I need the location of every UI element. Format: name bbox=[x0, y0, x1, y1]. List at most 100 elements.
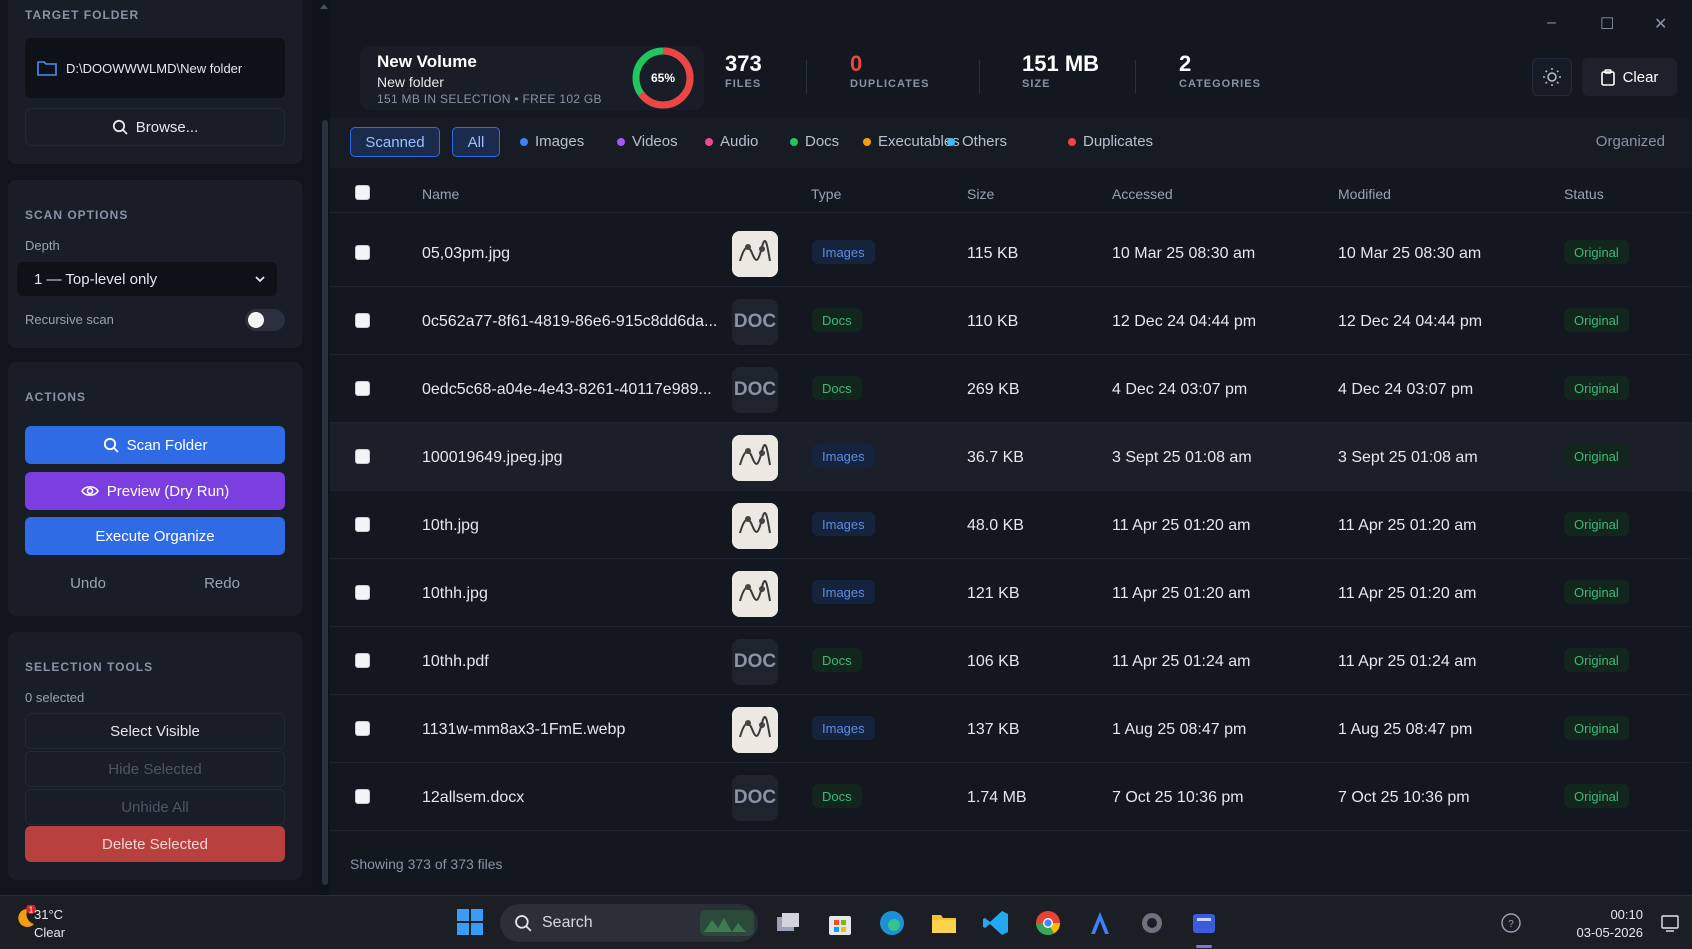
row-checkbox[interactable] bbox=[355, 449, 370, 464]
table-row[interactable]: 0edc5c68-a04e-4e43-8261-40117e989... DOC D… bbox=[330, 355, 1692, 423]
doc-thumbnail-icon: DOC bbox=[732, 639, 778, 685]
table-row[interactable]: 10thh.jpg Images 121 KB 11 Apr 25 01:20 am 1… bbox=[330, 559, 1692, 627]
weather-temp: 31°C bbox=[34, 907, 64, 922]
tab-scanned[interactable]: Scanned bbox=[350, 127, 440, 157]
scan-folder-button[interactable]: Scan Folder bbox=[25, 426, 285, 464]
folder-path-field[interactable]: D:\DOOWWWLMD\New folder bbox=[25, 38, 285, 98]
status-badge: Original bbox=[1564, 716, 1629, 740]
file-size: 269 KB bbox=[967, 381, 1020, 398]
recursive-scan-toggle[interactable] bbox=[245, 309, 285, 331]
row-checkbox[interactable] bbox=[355, 381, 370, 396]
table-row[interactable]: 12allsem.docx DOC Docs 1.74 MB 7 Oct 25 10:3… bbox=[330, 763, 1692, 831]
browse-button[interactable]: Browse... bbox=[25, 108, 285, 146]
edge-icon[interactable] bbox=[878, 909, 906, 937]
accessed-date: 10 Mar 25 08:30 am bbox=[1112, 245, 1256, 262]
maximize-button[interactable]: ☐ bbox=[1600, 14, 1614, 34]
store-icon[interactable] bbox=[826, 909, 854, 937]
row-checkbox[interactable] bbox=[355, 721, 370, 736]
column-size[interactable]: Size bbox=[967, 186, 994, 202]
vscode-icon[interactable] bbox=[982, 909, 1010, 937]
depth-select[interactable]: 1 — Top-level only bbox=[17, 262, 277, 296]
close-button[interactable]: ✕ bbox=[1654, 14, 1667, 34]
svg-text:?: ? bbox=[1508, 919, 1514, 930]
volume-title: New Volume bbox=[377, 52, 477, 71]
depth-value: 1 — Top-level only bbox=[34, 270, 158, 288]
filter-docs[interactable]: Docs bbox=[790, 133, 839, 150]
minimize-button[interactable]: – bbox=[1547, 14, 1556, 32]
column-accessed[interactable]: Accessed bbox=[1112, 186, 1173, 202]
taskbar: 1 31°C Clear Search ? 00:10 03-05-2026 bbox=[0, 895, 1692, 949]
row-checkbox[interactable] bbox=[355, 653, 370, 668]
chrome-icon[interactable] bbox=[1034, 909, 1062, 937]
table-row[interactable]: 05,03pm.jpg Images 115 KB 10 Mar 25 08:30 a… bbox=[330, 219, 1692, 287]
stat-files-value: 373 bbox=[725, 51, 762, 76]
row-checkbox[interactable] bbox=[355, 585, 370, 600]
sidebar-scroll-up[interactable] bbox=[320, 4, 328, 9]
delete-selected-label: Delete Selected bbox=[102, 835, 208, 853]
filter-dot-icon bbox=[790, 137, 798, 146]
unhide-all-button[interactable]: Unhide All bbox=[25, 789, 285, 825]
selected-count: 0 selected bbox=[25, 690, 85, 705]
table-row[interactable]: 0c562a77-8f61-4819-86e6-915c8dd6da... DOC… bbox=[330, 287, 1692, 355]
table-row[interactable]: 10th.jpg Images 48.0 KB 11 Apr 25 01:20 am 1… bbox=[330, 491, 1692, 559]
task-view-icon[interactable] bbox=[774, 909, 802, 937]
image-thumbnail bbox=[732, 435, 778, 481]
folder-icon bbox=[37, 61, 57, 76]
weather-icon[interactable]: 1 bbox=[14, 905, 36, 931]
filter-audio[interactable]: Audio bbox=[705, 133, 758, 150]
filter-duplicates[interactable]: Duplicates bbox=[1068, 133, 1153, 150]
actions-title: ACTIONS bbox=[25, 390, 86, 404]
app-launcher-icon[interactable] bbox=[1086, 909, 1114, 937]
help-icon[interactable]: ? bbox=[1500, 912, 1522, 934]
select-visible-button[interactable]: Select Visible bbox=[25, 713, 285, 749]
file-size: 137 KB bbox=[967, 721, 1020, 738]
clear-button[interactable]: Clear bbox=[1582, 58, 1677, 96]
modified-date: 7 Oct 25 10:36 pm bbox=[1338, 789, 1470, 806]
organizer-app-icon[interactable] bbox=[1190, 909, 1218, 937]
filter-videos[interactable]: Videos bbox=[617, 133, 678, 150]
active-app-indicator bbox=[1196, 945, 1212, 948]
accessed-date: 3 Sept 25 01:08 am bbox=[1112, 449, 1252, 466]
column-status[interactable]: Status bbox=[1564, 186, 1604, 202]
filter-others[interactable]: Others bbox=[947, 133, 1007, 150]
row-checkbox[interactable] bbox=[355, 517, 370, 532]
theme-toggle-button[interactable] bbox=[1532, 58, 1572, 96]
filter-images[interactable]: Images bbox=[520, 133, 584, 150]
redo-button[interactable]: Redo bbox=[158, 566, 286, 600]
filter-executables[interactable]: Executables bbox=[863, 133, 960, 150]
table-row[interactable]: 1131w-mm8ax3-1FmE.webp Images 137 KB 1 Aug … bbox=[330, 695, 1692, 763]
status-badge: Original bbox=[1564, 512, 1629, 536]
sidebar: TARGET FOLDER D:\DOOWWWLMD\New folder Br… bbox=[0, 0, 318, 895]
file-size: 115 KB bbox=[967, 245, 1019, 262]
table-row[interactable]: 100019649.jpeg.jpg Images 36.7 KB 3 Sept 25… bbox=[330, 423, 1692, 491]
row-checkbox[interactable] bbox=[355, 245, 370, 260]
file-size: 36.7 KB bbox=[967, 449, 1024, 466]
file-explorer-icon[interactable] bbox=[930, 909, 958, 937]
undo-button[interactable]: Undo bbox=[24, 566, 152, 600]
folder-path: D:\DOOWWWLMD\New folder bbox=[66, 60, 243, 76]
preview-dry-run-button[interactable]: Preview (Dry Run) bbox=[25, 472, 285, 510]
stat-divider bbox=[1135, 60, 1136, 94]
execute-organize-button[interactable]: Execute Organize bbox=[25, 517, 285, 555]
table-row[interactable]: 10thh.pdf DOC Docs 106 KB 11 Apr 25 01:24 am… bbox=[330, 627, 1692, 695]
filter-label: Images bbox=[535, 133, 585, 150]
column-modified[interactable]: Modified bbox=[1338, 186, 1391, 202]
filter-label: Others bbox=[962, 133, 1008, 150]
notification-icon[interactable] bbox=[1660, 913, 1680, 933]
column-type[interactable]: Type bbox=[811, 186, 841, 202]
clock-time: 00:10 bbox=[1610, 907, 1643, 922]
select-all-checkbox[interactable] bbox=[355, 185, 370, 200]
filter-bar: Scanned All Images Videos Audio Docs Executa… bbox=[330, 118, 1692, 168]
tab-organized[interactable]: Organized bbox=[1596, 133, 1665, 150]
taskbar-search[interactable]: Search bbox=[500, 904, 758, 942]
windows-start-icon[interactable] bbox=[456, 908, 484, 936]
sidebar-scrollbar[interactable] bbox=[322, 120, 328, 885]
hide-selected-button[interactable]: Hide Selected bbox=[25, 751, 285, 787]
stat-categories-value: 2 bbox=[1179, 51, 1192, 76]
row-checkbox[interactable] bbox=[355, 313, 370, 328]
column-name[interactable]: Name bbox=[422, 186, 459, 202]
row-checkbox[interactable] bbox=[355, 789, 370, 804]
settings-icon[interactable] bbox=[1138, 909, 1166, 937]
filter-all[interactable]: All bbox=[452, 127, 500, 157]
delete-selected-button[interactable]: Delete Selected bbox=[25, 826, 285, 862]
